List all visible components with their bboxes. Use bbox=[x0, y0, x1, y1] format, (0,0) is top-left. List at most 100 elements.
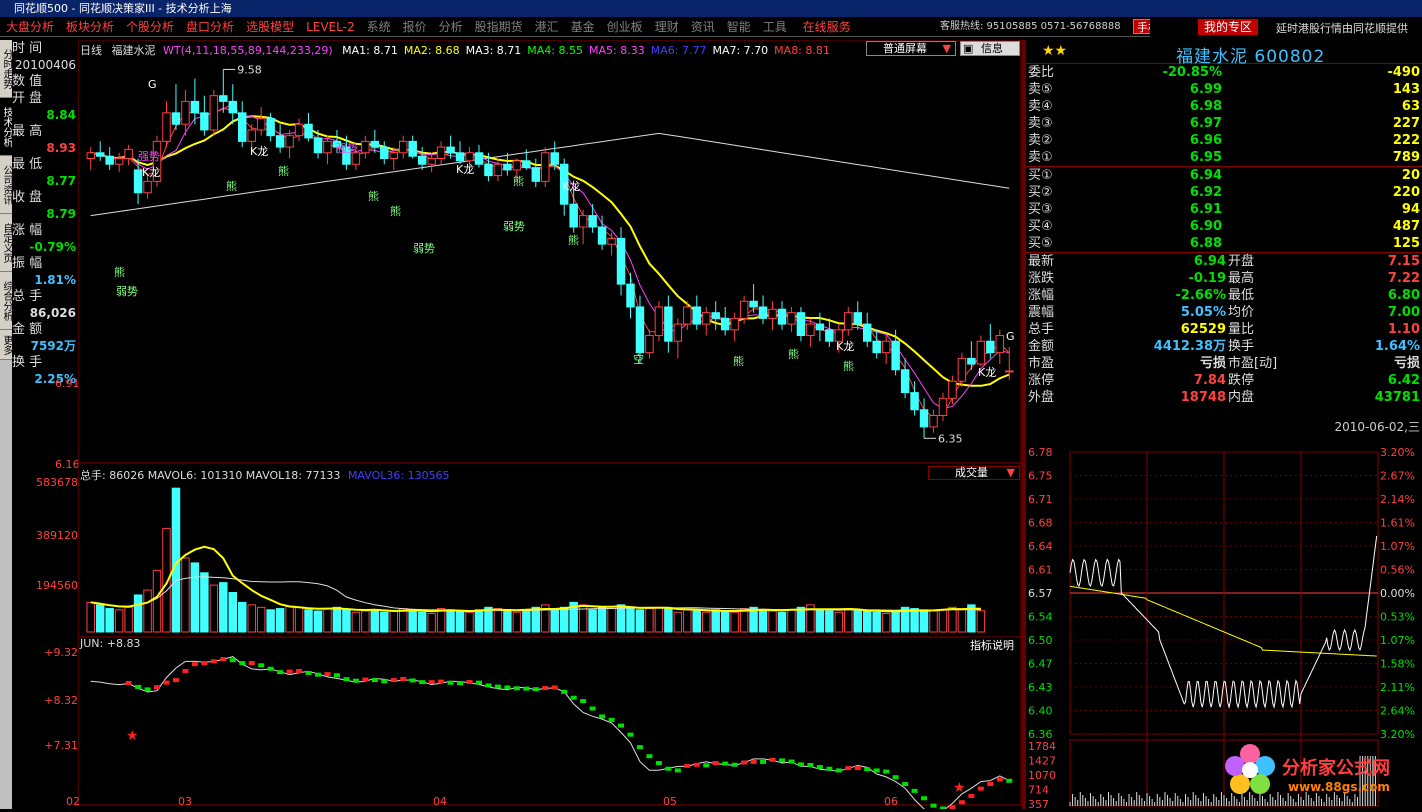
menu-sys-item[interactable]: 股指期货 bbox=[475, 17, 523, 36]
rail-tab[interactable]: 自定义页 bbox=[0, 214, 12, 272]
volume-bar[interactable] bbox=[200, 572, 209, 633]
candle[interactable] bbox=[702, 306, 711, 336]
candle[interactable] bbox=[124, 144, 133, 166]
volume-bar[interactable] bbox=[853, 609, 862, 633]
volume-bar[interactable] bbox=[474, 609, 484, 633]
candle[interactable] bbox=[427, 152, 436, 173]
main-chart-area[interactable]: 9.58 6.35 强势 强势 弱势 弱势 弱势熊熊熊熊熊熊熊熊熊熊空 K龙 K龙 K龙 K龙 K龙 K… bbox=[66, 39, 1022, 812]
candle[interactable] bbox=[929, 409, 938, 433]
candle[interactable] bbox=[569, 187, 578, 233]
volume-bar[interactable] bbox=[190, 562, 200, 633]
candle[interactable] bbox=[114, 152, 124, 173]
candle[interactable] bbox=[815, 312, 825, 342]
volume-bar[interactable] bbox=[294, 606, 304, 633]
candle[interactable] bbox=[238, 101, 247, 148]
volume-bar[interactable] bbox=[881, 612, 891, 633]
volume-bar[interactable] bbox=[720, 610, 730, 633]
volume-bar[interactable] bbox=[872, 611, 881, 633]
volume-bar[interactable] bbox=[503, 610, 512, 633]
volume-bar[interactable] bbox=[777, 611, 787, 633]
candle[interactable] bbox=[493, 158, 503, 182]
candle[interactable] bbox=[323, 135, 332, 165]
candle[interactable] bbox=[881, 335, 891, 365]
candle[interactable] bbox=[95, 141, 105, 161]
volume-bar[interactable] bbox=[654, 606, 664, 633]
menu-sys-item[interactable]: 资讯 bbox=[691, 17, 715, 36]
volume-bar[interactable] bbox=[389, 610, 398, 633]
candle[interactable] bbox=[995, 329, 1005, 365]
menu-sys-item[interactable]: 基金 bbox=[571, 17, 595, 36]
volume-bar[interactable] bbox=[304, 609, 313, 633]
volume-bar[interactable] bbox=[342, 609, 351, 633]
volume-bar[interactable] bbox=[256, 606, 266, 633]
candle[interactable] bbox=[796, 306, 806, 342]
candle[interactable] bbox=[436, 141, 446, 165]
volume-bar[interactable] bbox=[616, 604, 626, 633]
volume-bar[interactable] bbox=[588, 609, 597, 633]
volume-bar[interactable] bbox=[673, 611, 683, 633]
menu-item[interactable]: 选股模型 bbox=[246, 17, 294, 36]
candle[interactable] bbox=[844, 306, 853, 336]
my-zone-button[interactable]: 我的专区 bbox=[1198, 19, 1259, 35]
volume-bar[interactable] bbox=[228, 592, 238, 633]
candle[interactable] bbox=[408, 135, 417, 159]
candle[interactable] bbox=[957, 352, 967, 387]
volume-bar[interactable] bbox=[465, 611, 474, 633]
candle[interactable] bbox=[654, 301, 664, 342]
menu-sys-item[interactable]: 系统 bbox=[367, 17, 391, 36]
volume-bar[interactable] bbox=[247, 604, 256, 633]
volume-bar[interactable] bbox=[398, 608, 408, 633]
volume-bar[interactable] bbox=[446, 609, 455, 633]
screen-mode-select[interactable]: 普通屏幕 ▼ bbox=[866, 41, 956, 56]
volume-bar[interactable] bbox=[825, 610, 834, 633]
candle[interactable] bbox=[361, 135, 370, 159]
candle[interactable] bbox=[910, 381, 919, 416]
volume-bar[interactable] bbox=[427, 612, 436, 633]
candle[interactable] bbox=[938, 392, 948, 422]
menu-sys-item[interactable]: 理财 bbox=[655, 17, 679, 36]
volume-bar[interactable] bbox=[436, 608, 446, 633]
candle[interactable] bbox=[285, 129, 294, 159]
candle[interactable] bbox=[503, 152, 512, 176]
volume-bar[interactable] bbox=[133, 594, 143, 633]
volume-bar[interactable] bbox=[739, 608, 749, 633]
volume-bar[interactable] bbox=[550, 608, 559, 633]
volume-bar[interactable] bbox=[948, 606, 957, 633]
menu-online-service[interactable]: 在线服务 bbox=[803, 17, 851, 36]
candle[interactable] bbox=[105, 147, 114, 170]
volume-bar[interactable] bbox=[815, 609, 825, 633]
candle[interactable] bbox=[541, 147, 550, 188]
volume-bar[interactable] bbox=[275, 608, 285, 633]
volume-bar[interactable] bbox=[455, 610, 465, 633]
volume-bar[interactable] bbox=[891, 611, 900, 633]
volume-bar[interactable] bbox=[323, 608, 332, 633]
volume-bar[interactable] bbox=[512, 611, 522, 633]
menu-sys-item[interactable]: 工具 bbox=[763, 17, 787, 36]
volume-bar[interactable] bbox=[285, 605, 294, 633]
volume-bar[interactable] bbox=[758, 609, 768, 633]
candle[interactable] bbox=[531, 158, 541, 188]
volume-bar[interactable] bbox=[417, 611, 427, 633]
volume-bar[interactable] bbox=[408, 609, 417, 633]
volume-bar[interactable] bbox=[702, 611, 711, 633]
menu-item[interactable]: 盘口分析 bbox=[186, 17, 234, 36]
rail-tab[interactable]: 综合分析 bbox=[0, 272, 12, 330]
volume-bar[interactable] bbox=[711, 609, 720, 633]
volume-bar[interactable] bbox=[796, 606, 806, 633]
volume-bar[interactable] bbox=[209, 584, 219, 633]
candle[interactable] bbox=[171, 84, 181, 130]
candlestick-chart-svg[interactable]: 9.586.35强势强势弱势弱势弱势熊熊熊熊熊熊熊熊熊熊空K龙K龙K龙K龙K龙K… bbox=[77, 39, 1022, 812]
menu-sys-item[interactable]: 分析 bbox=[439, 17, 463, 36]
volume-bar[interactable] bbox=[938, 609, 948, 633]
candle[interactable] bbox=[304, 112, 313, 142]
candle[interactable] bbox=[209, 89, 219, 136]
volume-bar[interactable] bbox=[683, 609, 692, 633]
candle[interactable] bbox=[275, 124, 285, 153]
volume-bar[interactable] bbox=[597, 606, 607, 633]
rail-tab[interactable]: 分时走势 bbox=[0, 40, 12, 98]
info-button[interactable]: ▣ 信息 bbox=[960, 41, 1020, 56]
volume-bar[interactable] bbox=[844, 608, 853, 633]
candle[interactable] bbox=[976, 335, 986, 367]
volume-bar[interactable] bbox=[976, 610, 986, 633]
volume-bar[interactable] bbox=[862, 610, 872, 633]
